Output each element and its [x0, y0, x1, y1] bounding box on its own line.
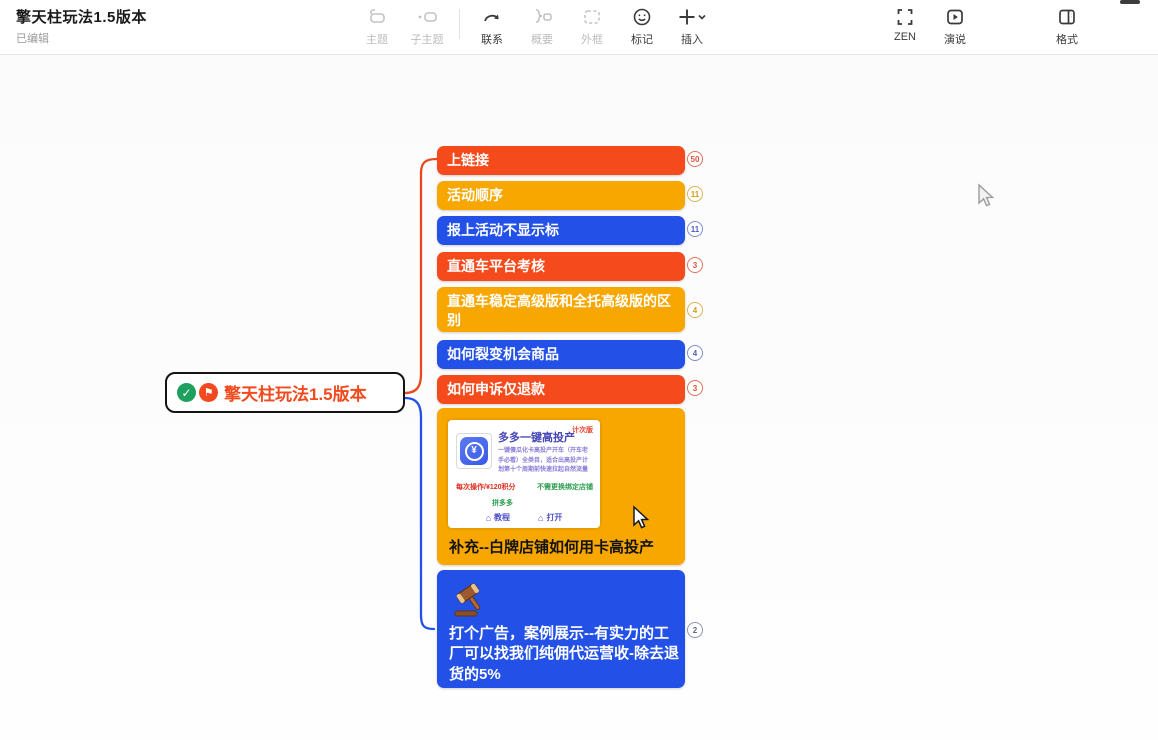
summary-button[interactable]: 概要 [517, 5, 567, 47]
badge-value: 50 [691, 155, 700, 164]
topic-label: 直通车平台考核 [447, 258, 545, 274]
pitch-button[interactable]: 演说 [930, 5, 980, 47]
root-topic[interactable]: ✓ ⚑ 擎天柱玩法1.5版本 [165, 372, 405, 413]
open-button[interactable]: ⌂ 打开 [538, 512, 562, 524]
topic-label: 打个广告，案例展示--有实力的工厂可以找我们纯佣代运营收-除去退货的5% [449, 624, 681, 685]
right-toolbar: ZEN 演说 格式 [880, 5, 1092, 47]
topic-label: 活动顺序 [447, 187, 503, 203]
topic-label: 直通车稳定高级版和全托高级版的区别 [447, 293, 671, 328]
relation-icon [481, 5, 503, 29]
format-label: 格式 [1056, 31, 1078, 47]
count-badge[interactable]: 11 [687, 221, 703, 237]
zen-brackets-icon [894, 5, 916, 29]
topic-node[interactable]: 活动顺序 [437, 181, 685, 210]
zen-button[interactable]: ZEN [880, 5, 930, 43]
home-icon: ⌂ [486, 512, 491, 524]
yuan-icon: ¥ [465, 442, 484, 461]
app-title: 多多一键高投产 [498, 431, 575, 446]
subtopic-button[interactable]: 子主题 [402, 5, 452, 47]
subtopic-label: 子主题 [411, 31, 444, 47]
badge-value: 11 [691, 225, 699, 234]
badge-value: 11 [691, 190, 699, 199]
pitch-label: 演说 [944, 31, 966, 47]
boundary-icon [581, 5, 603, 29]
topic-node[interactable]: 报上活动不显示标 [437, 216, 685, 245]
platform-text: 拼多多 [492, 499, 513, 508]
topic-label: 如何裂变机会商品 [447, 346, 559, 362]
mouse-cursor-ghost [975, 183, 997, 211]
price-text: 每次操作/¥120积分 [456, 483, 516, 492]
subtopic-icon [416, 5, 438, 29]
tutorial-label: 教程 [494, 513, 510, 524]
topic-label: 报上活动不显示标 [447, 222, 559, 238]
count-badge[interactable]: 4 [687, 302, 703, 318]
app-icon: ¥ [460, 437, 488, 465]
topic-button[interactable]: 主题 [352, 5, 402, 47]
count-badge[interactable]: 11 [687, 186, 703, 202]
card-buttons: ⌂ 教程 ⌂ 打开 [448, 512, 600, 524]
boundary-label: 外框 [581, 31, 603, 47]
count-badge[interactable]: 2 [687, 622, 703, 638]
count-badge[interactable]: 3 [687, 257, 703, 273]
summary-label: 概要 [531, 31, 553, 47]
count-badge[interactable]: 50 [687, 151, 703, 167]
task-done-icon[interactable]: ✓ [177, 383, 196, 402]
insert-button[interactable]: 插入 [667, 5, 717, 47]
badge-value: 4 [693, 349, 697, 358]
badge-value: 3 [693, 261, 697, 270]
image-topic-node[interactable]: 计次版 ¥ 多多一键高投产 一键傻瓜化卡高投产开车（开车老手必看）全类目，适合出… [437, 408, 685, 565]
marker-label: 标记 [631, 31, 653, 47]
flag-icon[interactable]: ⚑ [199, 383, 218, 402]
mindmap-canvas[interactable]: ✓ ⚑ 擎天柱玩法1.5版本 上链接 活动顺序 报上活动不显示标 直通车平台考核… [0, 55, 1158, 740]
play-icon [944, 5, 966, 29]
app-description: 一键傻瓜化卡高投产开车（开车老手必看）全类目，适合出高投产计划第十个周期前快速拉… [498, 447, 593, 476]
count-badge[interactable]: 4 [687, 345, 703, 361]
format-button[interactable]: 格式 [1042, 5, 1092, 47]
document-title: 擎天柱玩法1.5版本 [16, 6, 147, 27]
topic-label: 补充--白牌店铺如何用卡高投产 [449, 538, 654, 558]
relation-label: 联系 [481, 31, 503, 47]
home-icon: ⌂ [538, 512, 543, 524]
ad-topic-node[interactable]: 打个广告，案例展示--有实力的工厂可以找我们纯佣代运营收-除去退货的5% [437, 570, 685, 688]
embedded-screenshot: 计次版 ¥ 多多一键高投产 一键傻瓜化卡高投产开车（开车老手必看）全类目，适合出… [448, 420, 600, 528]
relation-button[interactable]: 联系 [467, 5, 517, 47]
topic-node[interactable]: 直通车平台考核 [437, 252, 685, 281]
badge-value: 4 [693, 306, 697, 315]
app-icon-frame: ¥ [456, 433, 492, 469]
count-badge[interactable]: 3 [687, 380, 703, 396]
document-status: 已编辑 [16, 30, 147, 46]
document-info: 擎天柱玩法1.5版本 已编辑 [16, 6, 147, 46]
topic-node[interactable]: 直通车稳定高级版和全托高级版的区别 [437, 287, 685, 332]
badge-value: 2 [693, 626, 697, 635]
insert-plus-icon [677, 5, 707, 29]
marker-button[interactable]: 标记 [617, 5, 667, 47]
topic-label: 上链接 [447, 152, 489, 168]
topic-node[interactable]: 上链接 [437, 146, 685, 175]
topic-label: 如何申诉仅退款 [447, 381, 545, 397]
marker-smiley-icon [631, 5, 653, 29]
gavel-icon [449, 580, 489, 618]
open-label: 打开 [546, 513, 562, 524]
topic-node[interactable]: 如何裂变机会商品 [437, 340, 685, 369]
insert-label: 插入 [681, 31, 703, 47]
boundary-button[interactable]: 外框 [567, 5, 617, 47]
root-topic-label: 擎天柱玩法1.5版本 [224, 380, 367, 405]
app-header: 擎天柱玩法1.5版本 已编辑 主题 子主题 [0, 0, 1158, 55]
topic-node[interactable]: 如何申诉仅退款 [437, 375, 685, 404]
window-dash[interactable] [1120, 0, 1140, 4]
zen-label: ZEN [894, 31, 916, 43]
edition-tag: 计次版 [572, 426, 593, 435]
badge-value: 3 [693, 384, 697, 393]
note-text: 不需更换绑定店铺 [537, 483, 593, 492]
topic-label: 主题 [366, 31, 388, 47]
format-panel-icon [1056, 5, 1078, 29]
topic-icon [366, 5, 388, 29]
summary-icon [531, 5, 553, 29]
main-toolbar: 主题 子主题 联系 [352, 5, 717, 47]
tutorial-button[interactable]: ⌂ 教程 [486, 512, 510, 524]
toolbar-divider [459, 9, 460, 39]
